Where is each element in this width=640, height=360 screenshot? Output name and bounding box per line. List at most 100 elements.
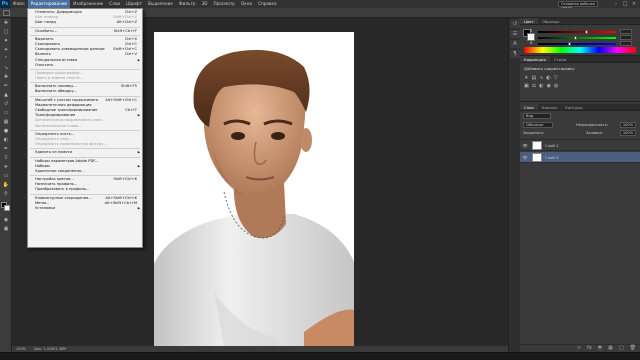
close-icon[interactable]: ×: [630, 1, 638, 7]
gradient-tool-icon[interactable]: ▦: [1, 118, 11, 126]
channel-gradient[interactable]: [538, 43, 616, 45]
eraser-tool-icon[interactable]: ▭: [1, 109, 11, 117]
layer-name[interactable]: Слой 0: [545, 155, 559, 160]
edit-menu-item[interactable]: Преобразовать в профиль...: [28, 187, 142, 192]
character-icon[interactable]: A: [510, 40, 520, 48]
move-tool-icon[interactable]: ✥: [1, 19, 11, 27]
menu-5[interactable]: Шрифт: [123, 0, 145, 8]
brightness-icon[interactable]: ☀: [524, 75, 528, 81]
brush-tool-icon[interactable]: ✏: [1, 82, 11, 90]
fill-input[interactable]: 100%: [620, 130, 636, 136]
menu-4[interactable]: Слои: [106, 0, 123, 8]
dodge-tool-icon[interactable]: ◐: [1, 136, 11, 144]
channel-gradient[interactable]: [538, 31, 616, 33]
edit-menu-item[interactable]: Удаленные соединения...: [28, 169, 142, 174]
menu-2[interactable]: Редактирование: [27, 0, 71, 8]
black-white-icon[interactable]: ◐: [539, 83, 543, 89]
color-balance-icon[interactable]: ⚖: [532, 83, 536, 89]
layer-style-icon[interactable]: fx: [587, 345, 592, 352]
tab-paths[interactable]: Контуры: [561, 104, 586, 110]
channel-mixer-icon[interactable]: ◍: [554, 83, 558, 89]
shape-tool-icon[interactable]: ▭: [1, 172, 11, 180]
tool-preset-icon[interactable]: [3, 10, 10, 16]
blur-tool-icon[interactable]: ●: [1, 127, 11, 135]
layer-row[interactable]: 👁 Слой 1: [520, 140, 640, 151]
edit-menu-item[interactable]: Удалить из памяти ▶: [28, 150, 142, 155]
document-canvas[interactable]: [154, 32, 354, 346]
edit-menu-item[interactable]: Ослабить... Shift+Ctrl+F: [28, 29, 142, 34]
menu-9[interactable]: Просмотр: [210, 0, 238, 8]
marquee-tool-icon[interactable]: □: [1, 28, 11, 36]
add-mask-icon[interactable]: ◓: [598, 345, 602, 352]
workspace-select[interactable]: Основная рабочая среда: [558, 1, 598, 10]
channel-gradient[interactable]: [538, 37, 616, 39]
zoom-tool-icon[interactable]: ⚲: [1, 190, 11, 198]
pen-tool-icon[interactable]: ✒: [1, 145, 11, 153]
lasso-tool-icon[interactable]: ⦁: [1, 37, 11, 45]
link-layers-icon[interactable]: ∞: [577, 345, 581, 352]
color-swatches[interactable]: [0, 201, 11, 215]
edit-menu-item[interactable]: Шаг назад Alt+Ctrl+Z: [28, 20, 142, 25]
path-select-tool-icon[interactable]: ➤: [1, 163, 11, 171]
tab-color[interactable]: Цвет: [520, 18, 538, 24]
tab-styles[interactable]: Стили: [550, 56, 570, 62]
photo-filter-icon[interactable]: ◉: [547, 83, 551, 89]
quick-select-tool-icon[interactable]: ✦: [1, 46, 11, 54]
background-color-swatch[interactable]: [4, 205, 10, 211]
tab-swatches[interactable]: Образцы: [538, 18, 564, 24]
blend-mode-select[interactable]: Обычные: [523, 122, 553, 128]
channel-value-input[interactable]: [620, 29, 632, 34]
paragraph-icon[interactable]: ¶: [510, 50, 520, 58]
stamp-tool-icon[interactable]: ▲: [1, 91, 11, 99]
channel-knob[interactable]: [584, 30, 588, 34]
menu-10[interactable]: Окно: [238, 0, 255, 8]
exposure-icon[interactable]: ◐: [546, 75, 550, 81]
history-icon[interactable]: ↺: [510, 20, 520, 28]
color-slider-g[interactable]: G: [530, 35, 636, 40]
crop-tool-icon[interactable]: ⌜: [1, 55, 11, 63]
layer-name[interactable]: Слой 1: [545, 143, 559, 148]
levels-icon[interactable]: ▤: [531, 75, 536, 81]
maximize-icon[interactable]: □: [621, 1, 629, 7]
delete-layer-icon[interactable]: 🗑: [630, 345, 636, 352]
hand-tool-icon[interactable]: ✋: [1, 181, 11, 189]
layer-row[interactable]: 👁 Слой 0: [520, 152, 640, 163]
channel-value-input[interactable]: [620, 41, 632, 46]
menu-1[interactable]: Файл: [10, 0, 28, 8]
quick-mask-icon[interactable]: ◉: [1, 216, 11, 224]
channel-value-input[interactable]: [620, 35, 632, 40]
curves-icon[interactable]: ∿: [539, 75, 543, 81]
zoom-level[interactable]: 100%: [16, 347, 26, 351]
menu-6[interactable]: Выделение: [145, 0, 176, 8]
tab-channels[interactable]: Каналы: [538, 104, 561, 110]
vibrance-icon[interactable]: ▽: [554, 75, 558, 81]
hue-saturation-icon[interactable]: ▣: [524, 83, 529, 89]
type-tool-icon[interactable]: T: [1, 154, 11, 162]
menu-8[interactable]: 3D: [199, 0, 211, 8]
menu-3[interactable]: Изображение: [70, 0, 106, 8]
channel-knob[interactable]: [573, 36, 577, 40]
channel-knob[interactable]: [567, 42, 571, 46]
new-group-icon[interactable]: ▦: [608, 345, 613, 352]
eyedropper-tool-icon[interactable]: ↘: [1, 64, 11, 72]
opacity-input[interactable]: 100%: [620, 122, 636, 128]
minimize-icon[interactable]: –: [612, 1, 620, 7]
visibility-eye-icon[interactable]: 👁: [520, 155, 530, 160]
edit-menu-item[interactable]: Установки ▶: [28, 206, 142, 211]
edit-menu-item[interactable]: Выполнить обводку...: [28, 89, 142, 94]
menu-11[interactable]: Справка: [255, 0, 279, 8]
color-spectrum[interactable]: [524, 47, 636, 53]
edit-menu-item[interactable]: Очистить: [28, 63, 142, 68]
menu-7[interactable]: Фильтр: [176, 0, 199, 8]
tab-layers[interactable]: Слои: [520, 104, 538, 110]
visibility-eye-icon[interactable]: 👁: [520, 143, 530, 148]
screen-mode-icon[interactable]: ▣: [1, 225, 11, 233]
color-slider-r[interactable]: R: [530, 29, 636, 34]
color-slider-b[interactable]: B: [530, 41, 636, 46]
tab-adjustments[interactable]: Коррекция: [520, 56, 550, 62]
properties-icon[interactable]: ☰: [510, 30, 520, 38]
layer-kind-filter[interactable]: Вид: [523, 113, 551, 119]
healing-tool-icon[interactable]: ✚: [1, 73, 11, 81]
new-layer-icon[interactable]: □: [619, 345, 624, 352]
history-brush-tool-icon[interactable]: ↺: [1, 100, 11, 108]
